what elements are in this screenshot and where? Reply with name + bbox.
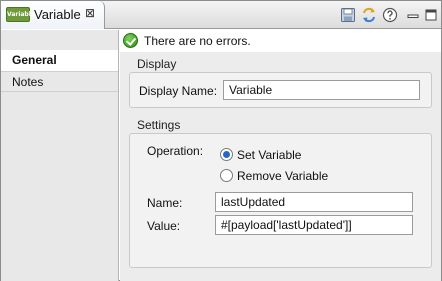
display-group: Display Name: <box>129 72 432 108</box>
save-icon[interactable] <box>340 7 356 23</box>
minimize-icon[interactable] <box>405 7 421 23</box>
remove-variable-radio[interactable] <box>220 169 233 182</box>
value-label: Value: <box>147 219 181 233</box>
nav-item-notes[interactable]: Notes <box>1 71 118 92</box>
set-variable-label[interactable]: Set Variable <box>237 148 301 162</box>
operation-label: Operation: <box>147 144 204 158</box>
general-panel: Display Display Name: Settings Operation… <box>120 52 441 281</box>
settings-section-title: Settings <box>137 118 181 132</box>
value-input[interactable] <box>215 215 413 235</box>
tab-title: Variable <box>34 7 81 22</box>
help-icon[interactable] <box>382 7 398 23</box>
display-name-label: Display Name: <box>139 84 218 98</box>
remove-variable-label[interactable]: Remove Variable <box>237 169 328 183</box>
display-section-title: Display <box>137 57 177 71</box>
settings-group: Operation: Set Variable Remove Variable … <box>129 133 432 268</box>
set-variable-radio[interactable] <box>220 148 233 161</box>
maximize-icon[interactable] <box>423 7 439 23</box>
name-input[interactable] <box>215 192 413 212</box>
name-label: Name: <box>147 196 183 210</box>
close-icon[interactable]: ⊠ <box>85 6 95 20</box>
nav-item-general[interactable]: General <box>1 50 118 71</box>
tab-variable[interactable]: Variable Variable ⊠ <box>1 1 105 29</box>
status-message: There are no errors. <box>144 34 251 48</box>
check-circle-icon <box>123 33 138 48</box>
sync-icon[interactable] <box>361 7 377 23</box>
validation-status: There are no errors. <box>119 30 441 52</box>
display-name-input[interactable] <box>223 80 420 100</box>
properties-window: Variable Variable ⊠ There are no errors.… <box>0 0 442 281</box>
sidebar-nav: General Notes <box>1 30 119 281</box>
variable-icon: Variable <box>6 7 35 22</box>
editor-tab-bar: Variable Variable ⊠ <box>1 1 441 29</box>
